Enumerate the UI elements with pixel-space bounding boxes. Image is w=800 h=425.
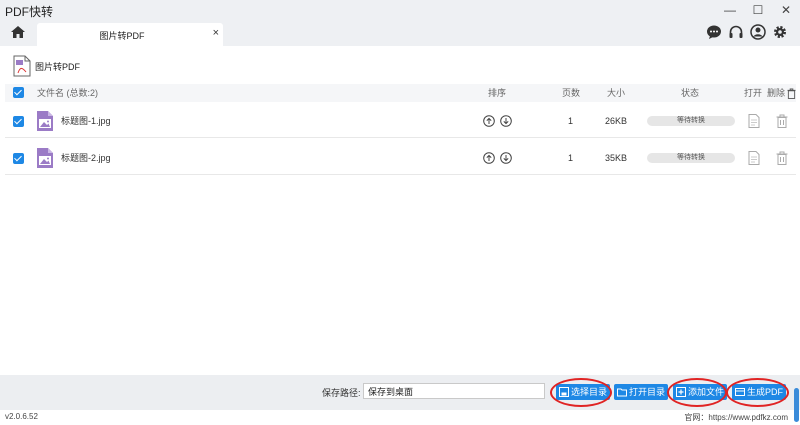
chat-icon[interactable] bbox=[706, 24, 722, 40]
file-size: 35KB bbox=[605, 153, 628, 163]
header-sort: 排序 bbox=[488, 88, 507, 98]
table-row[interactable]: 标题图-1.jpg 1 26KB 等待转换 bbox=[5, 104, 796, 138]
page-count: 1 bbox=[568, 116, 574, 126]
open-file-icon[interactable] bbox=[748, 151, 760, 165]
row-checkbox[interactable] bbox=[13, 153, 24, 164]
sort-controls bbox=[483, 115, 512, 127]
minimize-button[interactable]: — bbox=[716, 0, 744, 20]
open-file-icon[interactable] bbox=[748, 114, 760, 128]
table-row[interactable]: 标题图-2.jpg 1 35KB 等待转换 bbox=[5, 141, 796, 175]
page-count: 1 bbox=[568, 153, 574, 163]
footer-bar: 保存路径: 选择目录 打开目录 添加文件 生成PDF bbox=[0, 375, 800, 410]
maximize-button[interactable]: ☐ bbox=[744, 0, 772, 20]
trash-icon[interactable] bbox=[776, 114, 788, 128]
tab-close-icon[interactable]: × bbox=[213, 27, 219, 39]
move-down-icon[interactable] bbox=[500, 115, 512, 127]
header-pages: 页数 bbox=[562, 88, 581, 98]
header-filename: 文件名 (总数:2) bbox=[37, 88, 99, 98]
highlight-ring bbox=[667, 378, 727, 407]
image-file-icon bbox=[37, 148, 53, 168]
status-badge: 等待转换 bbox=[647, 153, 735, 163]
header-size: 大小 bbox=[607, 88, 626, 98]
website-link[interactable]: 官网：https://www.pdfkz.com bbox=[684, 412, 788, 423]
move-up-icon[interactable] bbox=[483, 152, 495, 164]
trash-icon[interactable] bbox=[776, 151, 788, 165]
row-checkbox[interactable] bbox=[13, 116, 24, 127]
window-controls: — ☐ ✕ bbox=[716, 0, 800, 20]
delete-all-icon[interactable] bbox=[787, 88, 796, 99]
section-title: 图片转PDF bbox=[35, 61, 81, 72]
highlight-ring bbox=[726, 378, 789, 407]
toolbar-icons bbox=[706, 24, 788, 40]
home-icon[interactable] bbox=[10, 24, 26, 40]
image-file-icon bbox=[37, 111, 53, 131]
move-down-icon[interactable] bbox=[500, 152, 512, 164]
move-up-icon[interactable] bbox=[483, 115, 495, 127]
header-open: 打开 bbox=[744, 88, 763, 98]
close-window-button[interactable]: ✕ bbox=[772, 0, 800, 20]
version-label: v2.0.6.52 bbox=[5, 412, 38, 421]
status-badge: 等待转换 bbox=[647, 116, 735, 126]
header-delete: 删除 bbox=[767, 88, 786, 98]
status-bar: v2.0.6.52 官网：https://www.pdfkz.com bbox=[0, 410, 800, 425]
file-size: 26KB bbox=[605, 116, 628, 126]
file-name: 标题图-1.jpg bbox=[61, 116, 111, 126]
tab-bar: 图片转PDF × bbox=[0, 20, 800, 46]
open-directory-label: 打开目录 bbox=[629, 387, 666, 397]
header-status: 状态 bbox=[681, 88, 700, 98]
pdf-file-icon bbox=[13, 55, 31, 77]
headset-icon[interactable] bbox=[728, 24, 744, 40]
save-path-label: 保存路径: bbox=[322, 388, 361, 398]
save-path-input[interactable] bbox=[363, 383, 545, 399]
title-bar: PDF快转 — ☐ ✕ bbox=[0, 0, 800, 20]
select-all-checkbox[interactable] bbox=[13, 87, 24, 98]
open-directory-button[interactable]: 打开目录 bbox=[614, 384, 669, 400]
folder-icon bbox=[617, 388, 627, 397]
table-header: 文件名 (总数:2) 排序 页数 大小 状态 打开 删除 bbox=[5, 84, 796, 102]
user-icon[interactable] bbox=[750, 24, 766, 40]
file-name: 标题图-2.jpg bbox=[61, 153, 111, 163]
tab-label: 图片转PDF bbox=[99, 31, 145, 41]
tab-image-to-pdf[interactable]: 图片转PDF × bbox=[37, 23, 223, 46]
app-title: PDF快转 bbox=[5, 5, 54, 19]
highlight-ring bbox=[550, 378, 612, 407]
sort-controls bbox=[483, 152, 512, 164]
section-header: 图片转PDF bbox=[13, 54, 80, 78]
gear-icon[interactable] bbox=[772, 24, 788, 40]
scrollbar-thumb[interactable] bbox=[794, 388, 799, 422]
